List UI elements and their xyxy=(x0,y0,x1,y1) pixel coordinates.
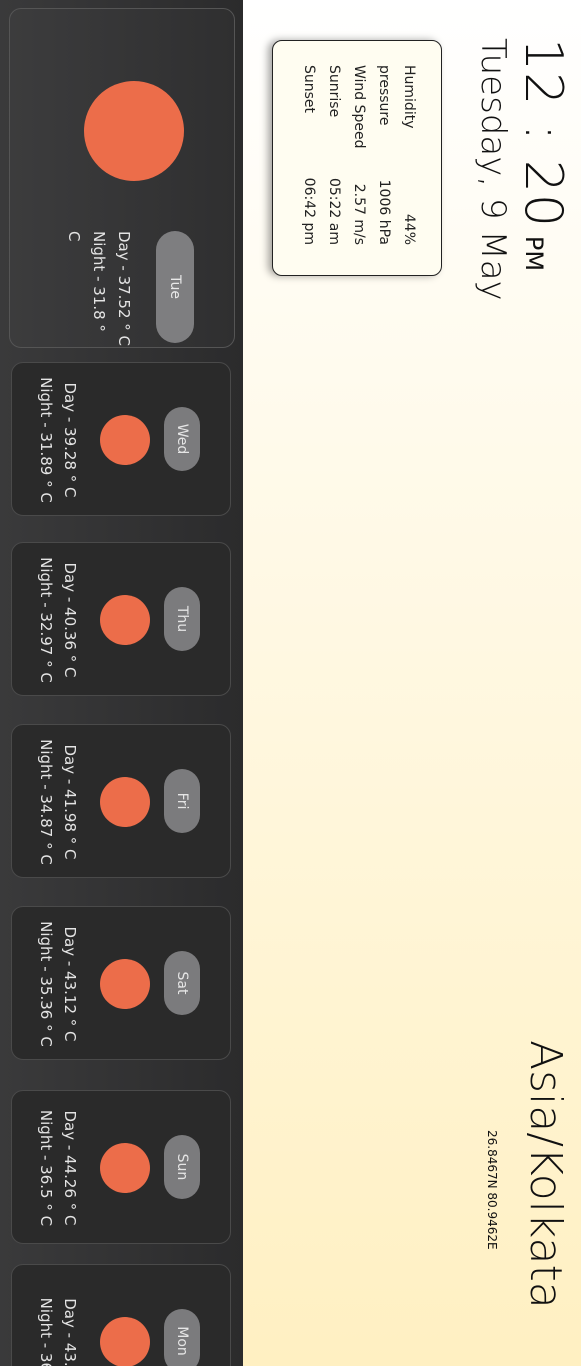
forecast-temps: Day - 40.36 ° C Night - 32.97 ° C xyxy=(34,543,82,697)
detail-value: 06:42 pm xyxy=(301,177,317,245)
detail-value: 44% xyxy=(401,213,417,245)
today-forecast-card: Tue Day - 37.52 ° C Night - 31.8 ° C xyxy=(9,8,235,348)
forecast-temps: Day - 39.28 ° C Night - 31.89 ° C xyxy=(34,363,82,517)
forecast-card-fri: Fri Day - 41.98 ° C Night - 34.87 ° C xyxy=(11,724,231,878)
detail-row-pressure: pressure 1006 hPa xyxy=(371,65,396,245)
forecast-night-temp: Night - 35.36 ° C xyxy=(37,921,55,1047)
weather-details-card: Humidity 44% pressure 1006 hPa Wind Spee… xyxy=(272,40,442,276)
detail-label: Sunrise xyxy=(326,65,342,118)
forecast-day-temp: Day - 41.98 ° C xyxy=(61,744,79,860)
day-pill: Sun xyxy=(164,1135,200,1199)
forecast-temps: Day - 43.12 ° C Night - 35.36 ° C xyxy=(34,907,82,1061)
forecast-night-temp: Night - 36.4 xyxy=(37,1297,55,1366)
detail-row-sunset: Sunset 06:42 pm xyxy=(296,65,321,245)
today-night-temp: Night - 31.8 ° C xyxy=(65,231,108,332)
today-day-temp: Day - 37.52 ° C xyxy=(115,231,133,347)
forecast-temps: Day - 41.98 ° C Night - 34.87 ° C xyxy=(34,725,82,879)
detail-label: Humidity xyxy=(401,65,417,129)
today-day-pill: Tue xyxy=(156,231,194,343)
sun-icon xyxy=(100,777,150,827)
forecast-night-temp: Night - 32.97 ° C xyxy=(37,557,55,683)
detail-value: 2.57 m/s xyxy=(351,183,367,245)
forecast-night-temp: Night - 34.87 ° C xyxy=(37,739,55,865)
detail-label: Sunset xyxy=(301,65,317,114)
detail-label: pressure xyxy=(376,65,392,126)
clock: 12 : 20 PM Tuesday, 9 May xyxy=(473,38,573,301)
day-pill: Sat xyxy=(164,951,200,1015)
forecast-card-thu: Thu Day - 40.36 ° C Night - 32.97 ° C xyxy=(11,542,231,696)
day-pill: Wed xyxy=(164,407,200,471)
weather-app: 12 : 20 PM Tuesday, 9 May Humidity 44% pr… xyxy=(0,0,581,1366)
forecast-temps: Day - 44.26 ° C Night - 36.5 ° C xyxy=(34,1091,82,1245)
forecast-card-sun: Sun Day - 44.26 ° C Night - 36.5 ° C xyxy=(11,1090,231,1244)
current-date: Tuesday, 9 May xyxy=(473,38,513,301)
sun-icon xyxy=(100,595,150,645)
forecast-day-temp: Day - 40.36 ° C xyxy=(61,562,79,678)
sun-icon xyxy=(100,1317,150,1366)
forecast-card-mon: Mon Day - 43.17 Night - 36.4 xyxy=(11,1264,231,1366)
day-pill: Thu xyxy=(164,587,200,651)
forecast-night-temp: Night - 36.5 ° C xyxy=(37,1109,55,1227)
location: Asia/Kolkata 26.8467N 80.9462E xyxy=(484,1040,571,1309)
forecast-day-temp: Day - 44.26 ° C xyxy=(61,1110,79,1226)
clock-ampm: PM xyxy=(520,235,548,272)
detail-label: Wind Speed xyxy=(351,65,367,149)
detail-value: 05:22 am xyxy=(326,177,342,245)
sun-icon xyxy=(100,1143,150,1193)
forecast-card-wed: Wed Day - 39.28 ° C Night - 31.89 ° C xyxy=(11,362,231,516)
sun-icon xyxy=(84,81,184,181)
forecast-card-sat: Sat Day - 43.12 ° C Night - 35.36 ° C xyxy=(11,906,231,1060)
detail-row-wind-speed: Wind Speed 2.57 m/s xyxy=(346,65,371,245)
clock-time: 12 : 20 xyxy=(513,38,573,228)
day-pill: Mon xyxy=(164,1309,200,1366)
today-temps: Day - 37.52 ° C Night - 31.8 ° C xyxy=(61,231,136,347)
forecast-day-temp: Day - 43.12 ° C xyxy=(61,926,79,1042)
detail-row-humidity: Humidity 44% xyxy=(396,65,421,245)
forecast-day-temp: Day - 39.28 ° C xyxy=(61,382,79,498)
detail-row-sunrise: Sunrise 05:22 am xyxy=(321,65,346,245)
day-pill: Fri xyxy=(164,769,200,833)
forecast-night-temp: Night - 31.89 ° C xyxy=(37,377,55,503)
sun-icon xyxy=(100,959,150,1009)
forecast-temps: Day - 43.17 Night - 36.4 xyxy=(34,1265,82,1366)
detail-value: 1006 hPa xyxy=(376,179,392,245)
current-weather-panel: 12 : 20 PM Tuesday, 9 May Humidity 44% pr… xyxy=(243,0,581,1366)
location-coords: 26.8467N 80.9462E xyxy=(484,1130,499,1250)
forecast-day-temp: Day - 43.17 xyxy=(61,1298,79,1366)
location-timezone: Asia/Kolkata xyxy=(520,1040,571,1309)
sun-icon xyxy=(100,415,150,465)
